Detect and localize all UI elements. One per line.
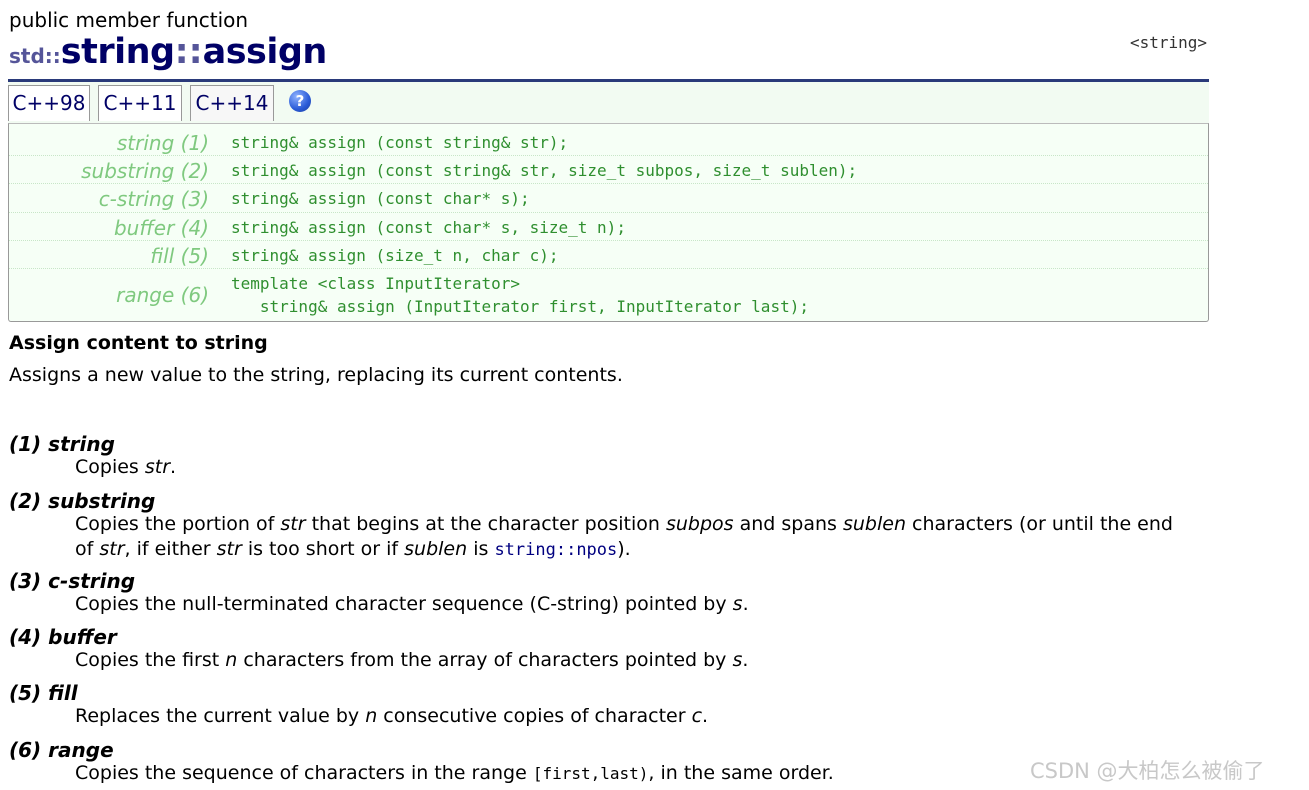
item-body-fill: Replaces the current value by n consecut…	[75, 704, 1195, 729]
param-name: s	[732, 593, 743, 615]
declaration-row: substring (2) string& assign (const stri…	[9, 155, 1208, 184]
declaration-label: range (6)	[116, 283, 209, 307]
text: Copies the portion of	[75, 513, 281, 535]
help-icon[interactable]: ?	[289, 90, 311, 112]
param-name: str	[99, 538, 125, 560]
text: is too short or if	[241, 538, 405, 560]
text: Copies	[75, 456, 145, 478]
declaration-code: template <class InputIterator> string& a…	[231, 274, 809, 316]
text: Copies the first	[75, 649, 226, 671]
text: Replaces the current value by	[75, 705, 366, 727]
declaration-label: substring (2)	[81, 159, 209, 183]
text: that begins at the character position	[305, 513, 666, 535]
text: .	[170, 456, 177, 478]
declaration-label: buffer (4)	[113, 216, 209, 240]
text: consecutive copies of character	[377, 705, 692, 727]
param-name: str	[144, 456, 171, 478]
declaration-code: string& assign (const string& str, size_…	[231, 161, 858, 180]
member-kind-label: public member function	[9, 8, 249, 32]
declaration-code: string& assign (const string& str);	[231, 133, 569, 152]
param-name: str	[280, 513, 306, 535]
header-link[interactable]: <string>	[1130, 33, 1207, 52]
npos-link[interactable]: string::npos	[494, 540, 617, 560]
item-heading-fill: (5) fill	[9, 681, 78, 705]
param-name: s	[732, 649, 743, 671]
text: Copies the sequence of characters in the…	[75, 762, 533, 784]
param-name: subpos	[665, 513, 734, 535]
item-heading-buffer: (4) buffer	[9, 625, 117, 649]
declaration-row: string (1) string& assign (const string&…	[9, 127, 1208, 156]
item-body-c-string: Copies the null-terminated character seq…	[75, 592, 1195, 617]
declaration-label: string (1)	[116, 131, 209, 155]
item-heading-c-string: (3) c-string	[9, 569, 136, 593]
declaration-label: fill (5)	[150, 244, 209, 268]
page-title: std::string::assign	[9, 32, 327, 72]
item-heading-string: (1) string	[9, 432, 115, 456]
text: is	[467, 538, 495, 560]
param-name: str	[216, 538, 242, 560]
item-heading-substring: (2) substring	[9, 489, 156, 513]
title-separator: ::	[174, 32, 203, 72]
param-name: n	[225, 649, 238, 671]
declaration-code: string& assign (const char* s, size_t n)…	[231, 218, 626, 237]
declaration-code: string& assign (size_t n, char c);	[231, 246, 559, 265]
declaration-row: c-string (3) string& assign (const char*…	[9, 183, 1208, 213]
title-class: string	[60, 32, 175, 72]
text: ).	[617, 538, 631, 560]
tab-cpp98[interactable]: C++98	[8, 85, 90, 121]
declaration-row: buffer (4) string& assign (const char* s…	[9, 212, 1208, 241]
param-name: c	[691, 705, 703, 727]
tab-cpp11[interactable]: C++11	[98, 85, 182, 121]
param-name: sublen	[842, 513, 906, 535]
text: , in the same order.	[648, 762, 834, 784]
watermark: CSDN @大柏怎么被偷了	[1030, 759, 1265, 783]
declaration-row: fill (5) string& assign (size_t n, char …	[9, 240, 1208, 269]
title-namespace: std::	[9, 44, 61, 68]
range-code: [first,last)	[532, 764, 649, 783]
item-body-range: Copies the sequence of characters in the…	[75, 761, 1195, 786]
text: .	[742, 593, 749, 615]
text: , if either	[124, 538, 217, 560]
item-heading-range: (6) range	[9, 738, 114, 762]
item-body-buffer: Copies the first n characters from the a…	[75, 648, 1195, 673]
text: and spans	[733, 513, 843, 535]
section-description: Assigns a new value to the string, repla…	[9, 364, 623, 386]
declaration-label: c-string (3)	[98, 187, 209, 211]
text: Copies the null-terminated character seq…	[75, 593, 733, 615]
param-name: sublen	[404, 538, 468, 560]
text: .	[742, 649, 749, 671]
section-heading: Assign content to string	[9, 332, 268, 354]
declaration-row: range (6) template <class InputIterator>…	[9, 268, 1208, 319]
text: characters from the array of characters …	[237, 649, 733, 671]
tab-cpp14[interactable]: C++14	[190, 85, 274, 121]
item-body-substring: Copies the portion of str that begins at…	[75, 512, 1195, 563]
item-body-string: Copies str.	[75, 455, 1195, 480]
version-tabs: C++98 C++11 C++14 ?	[8, 82, 1209, 123]
declaration-code: string& assign (const char* s);	[231, 189, 530, 208]
text: .	[702, 705, 709, 727]
param-name: n	[365, 705, 378, 727]
title-function: assign	[202, 32, 328, 72]
declarations-table: string (1) string& assign (const string&…	[8, 123, 1209, 322]
